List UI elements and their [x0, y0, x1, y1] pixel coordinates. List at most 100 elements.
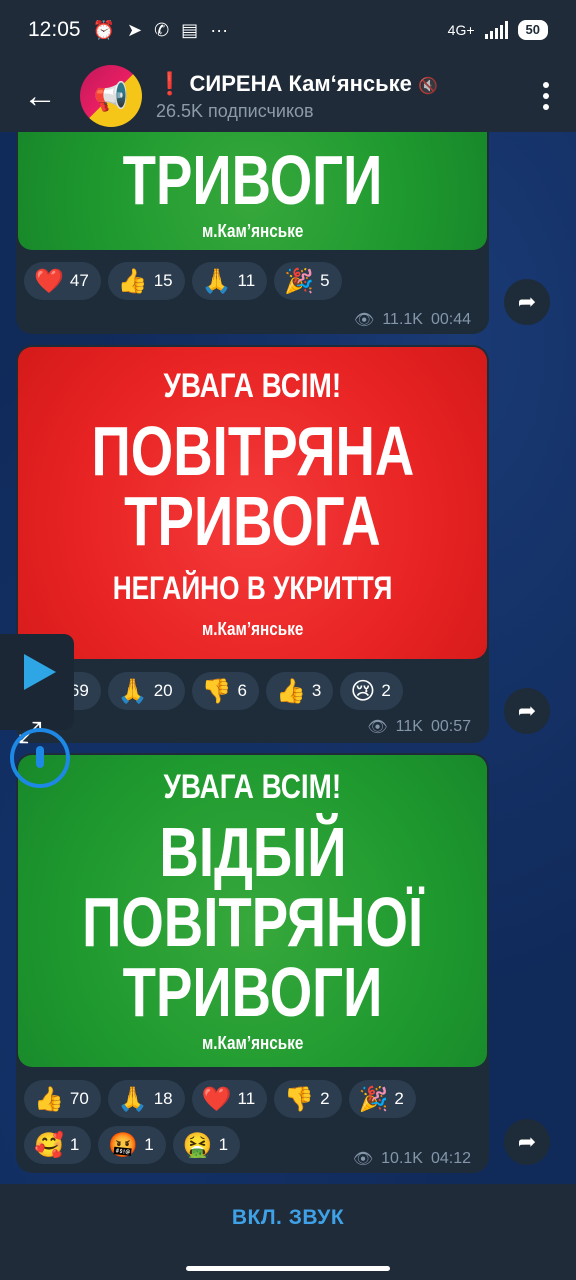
channel-post[interactable]: УВАГА ВСІМ! ВІДБІЙ ПОВІТРЯНОЇ ТРИВОГИ м.… [16, 753, 489, 1173]
reaction-bar: 🤬69 🙏20 👎6 👍3 😢2 [24, 672, 403, 710]
reaction-chip[interactable]: 🥰 1 [24, 1126, 92, 1164]
muted-icon: 🔇 [418, 77, 438, 95]
share-button[interactable]: ➦ [504, 1119, 550, 1165]
crying-face-icon: 😢 [350, 677, 376, 705]
play-icon[interactable] [24, 654, 56, 690]
eye-icon: 👁 [354, 312, 375, 329]
reaction-count: 1 [69, 1135, 80, 1154]
heart-icon: ❤️ [201, 1085, 232, 1113]
reaction-chip[interactable]: 👎 6 [191, 672, 259, 710]
reaction-chip[interactable]: 😢 2 [340, 672, 403, 710]
view-count: 10.1K [381, 1150, 423, 1167]
reaction-count: 18 [153, 1089, 173, 1108]
channel-info[interactable]: ❗ СИРЕНА Кам‘янське 🔇 26.5K подписчиков [156, 71, 516, 122]
post-image[interactable]: УВАГА ВСІМ! ВІДБІЙ ПОВІТРЯНОЇ ТРИВОГИ м.… [18, 755, 487, 1067]
reaction-chip[interactable]: 👍 70 [24, 1080, 101, 1118]
share-arrow-icon: ➦ [517, 698, 537, 723]
reaction-count: 2 [381, 681, 391, 700]
poster-headline: ВІДБІЙ [158, 813, 347, 891]
post-meta: 👁 11K 00:57 [367, 717, 471, 737]
reaction-count: 11 [237, 1089, 256, 1108]
reaction-count: 2 [320, 1089, 330, 1108]
back-arrow-icon: ← [23, 76, 57, 115]
party-popper-icon: 🎉 [284, 267, 315, 295]
reaction-count: 1 [144, 1135, 154, 1154]
post-time: 04:12 [430, 1150, 471, 1167]
angry-face-icon: 🤬 [108, 1131, 139, 1159]
smiling-hearts-icon: 🥰 [34, 1131, 64, 1159]
subscriber-count: 26.5K подписчиков [156, 100, 314, 121]
back-button[interactable]: ← [0, 60, 80, 132]
share-arrow-icon: ➦ [517, 289, 537, 314]
reaction-count: 20 [153, 681, 173, 700]
reaction-chip[interactable]: 🤬 1 [98, 1126, 166, 1164]
telegram-icon: ➤ [126, 19, 143, 40]
pray-icon: 🙏 [117, 677, 148, 705]
floating-player[interactable]: ⤢ [0, 634, 74, 749]
reaction-chip[interactable]: ❤️ 11 [191, 1080, 268, 1118]
home-indicator[interactable] [186, 1266, 390, 1271]
viber-icon: ✆ [154, 19, 170, 40]
channel-title: ❗ СИРЕНА Кам‘янське 🔇 [156, 71, 516, 97]
reaction-count: 1 [218, 1135, 229, 1154]
battery-icon: 50 [517, 20, 548, 40]
reaction-chip[interactable]: 👍 3 [265, 672, 334, 710]
reaction-chip[interactable]: 👍 15 [107, 262, 185, 300]
exclamation-icon: ❗ [156, 70, 184, 96]
post-image[interactable]: ТРИВОГИ м.Кам’янське [18, 132, 487, 250]
poster-headline: ТРИВОГИ [122, 140, 383, 219]
alarm-icon: ⏰ [92, 19, 115, 40]
poster-city: м.Кам’янське [201, 618, 304, 639]
reaction-chip[interactable]: 🙏 18 [107, 1080, 185, 1118]
post-meta: 👁 11.1K 00:44 [354, 310, 471, 330]
reaction-count: 15 [153, 271, 173, 290]
thumbs-up-icon: 👍 [117, 267, 148, 295]
reaction-count: 5 [320, 271, 330, 290]
channel-avatar[interactable]: 📢 [80, 65, 142, 127]
more-menu-button[interactable] [516, 60, 576, 132]
heart-icon: ❤️ [34, 267, 64, 295]
share-arrow-icon: ➦ [517, 1129, 537, 1154]
view-count: 11.1K [382, 311, 423, 328]
chat-header: ← 📢 ❗ СИРЕНА Кам‘янське 🔇 26.5K подписчи… [0, 60, 576, 132]
poster-headline: ТРИВОГА [124, 481, 381, 560]
channel-post[interactable]: ТРИВОГИ м.Кам’янське ❤️ 47 👍 15 🙏 11 🎉 5 👁 1… [16, 132, 489, 334]
thumbs-down-icon: 👎 [284, 1085, 315, 1113]
eye-icon: 👁 [352, 1151, 374, 1168]
news-icon: ▤ [181, 19, 199, 40]
network-type: 4G+ [447, 22, 475, 38]
eye-icon: 👁 [367, 719, 388, 736]
reaction-chip[interactable]: 🙏 11 [191, 262, 268, 300]
reaction-chip[interactable]: 🤮 1 [172, 1126, 241, 1164]
pray-icon: 🙏 [201, 267, 232, 295]
post-image[interactable]: УВАГА ВСІМ! ПОВІТРЯНА ТРИВОГА НЕГАЙНО В … [18, 347, 487, 659]
share-button[interactable]: ➦ [504, 279, 550, 325]
reaction-bar: ❤️ 47 👍 15 🙏 11 🎉 5 [24, 262, 342, 300]
thumbs-up-icon: 👍 [34, 1085, 64, 1113]
reaction-count: 11 [237, 271, 256, 290]
poster-attention: УВАГА ВСІМ! [163, 768, 342, 806]
post-meta: 👁 10.1K 04:12 [353, 1149, 471, 1169]
reaction-count: 3 [311, 681, 322, 700]
megaphone-icon: 📢 [93, 80, 129, 112]
reaction-chip[interactable]: 🙏 20 [107, 672, 185, 710]
reaction-chip[interactable]: 👎 2 [274, 1080, 342, 1118]
more-dots-icon: ··· [210, 19, 229, 40]
status-time: 12:05 [28, 18, 81, 41]
reaction-count: 2 [394, 1089, 404, 1108]
reaction-chip[interactable]: 🎉 5 [274, 262, 342, 300]
poster-city: м.Кам’янське [201, 220, 304, 241]
channel-name: СИРЕНА Кам‘янське [189, 70, 412, 96]
share-button[interactable]: ➦ [504, 688, 550, 734]
reaction-chip[interactable]: 🎉 2 [348, 1080, 416, 1118]
channel-post[interactable]: УВАГА ВСІМ! ПОВІТРЯНА ТРИВОГА НЕГАЙНО В … [16, 345, 489, 743]
poster-attention: УВАГА ВСІМ! [163, 366, 342, 405]
status-bar: 12:05 ⏰ ➤ ✆ ▤ ··· 4G+ 50 [0, 0, 576, 60]
poster-headline: ПОВІТРЯНОЇ [82, 883, 423, 961]
poster-city: м.Кам’янське [201, 1033, 304, 1053]
party-popper-icon: 🎉 [358, 1085, 389, 1113]
reaction-chip[interactable]: ❤️ 47 [24, 262, 101, 300]
unmute-button[interactable]: ВКЛ. ЗВУК [232, 1206, 344, 1238]
thumbs-up-icon: 👍 [275, 677, 306, 705]
post-time: 00:44 [430, 311, 471, 328]
